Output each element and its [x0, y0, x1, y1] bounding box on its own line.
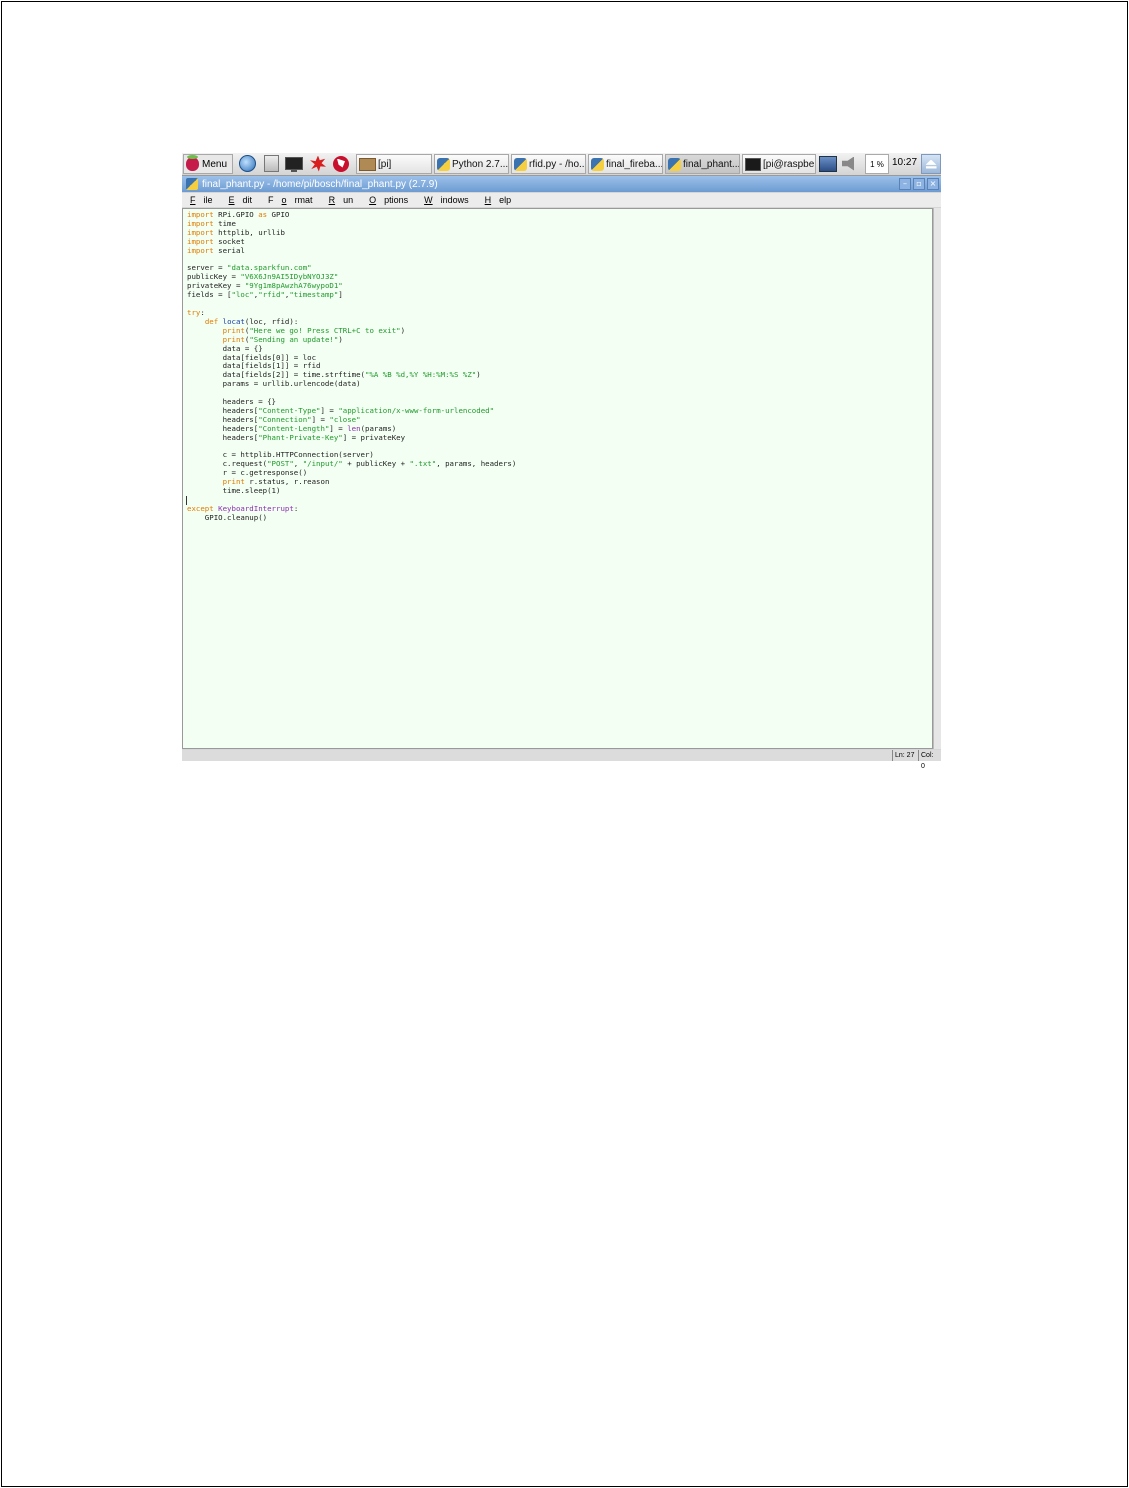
mathematica-icon — [310, 155, 326, 172]
eject-icon[interactable] — [921, 154, 941, 174]
menu-help[interactable]: Help — [477, 193, 520, 207]
task-label: Python 2.7... — [452, 158, 509, 170]
wolfram-icon — [333, 155, 349, 172]
menu-run[interactable]: Run — [321, 193, 362, 207]
file-manager-icon — [263, 155, 279, 172]
task-button[interactable]: [pi@raspbe... — [742, 154, 816, 174]
column-number: Col: 0 — [918, 750, 941, 770]
window-titlebar[interactable]: final_phant.py - /home/pi/bosch/final_ph… — [182, 176, 941, 192]
menu-file[interactable]: File — [182, 193, 221, 207]
python-icon — [514, 157, 527, 171]
folder-icon — [359, 157, 376, 171]
menu-format[interactable]: Fo rmat — [260, 193, 321, 207]
volume-icon — [842, 156, 854, 171]
wolfram-launcher[interactable] — [332, 155, 350, 172]
menu-options[interactable]: Options — [361, 193, 416, 207]
code-text[interactable]: import RPi.GPIO as GPIO import time impo… — [187, 210, 516, 523]
file-manager-launcher[interactable] — [262, 155, 280, 172]
python-icon — [437, 157, 450, 171]
cpu-monitor: 1 % — [865, 154, 889, 174]
python-icon — [668, 157, 681, 171]
line-number: Ln: 27 — [892, 750, 916, 761]
task-label: [pi@raspbe... — [763, 158, 815, 170]
menubar: File Edit Fo rmat Run Options Windows Hel… — [182, 193, 941, 207]
python-icon — [186, 178, 198, 190]
clock[interactable]: 10:27 — [892, 157, 917, 168]
python-icon — [591, 157, 604, 171]
task-label: [pi] — [378, 158, 392, 170]
task-button-active[interactable]: final_phant... — [665, 154, 740, 174]
volume-button[interactable] — [841, 155, 859, 172]
terminal-icon — [745, 157, 761, 171]
text-cursor — [186, 496, 187, 505]
task-button[interactable]: final_fireba... — [588, 154, 663, 174]
status-bar: Ln: 27 Col: 0 — [182, 750, 941, 770]
window-title: final_phant.py - /home/pi/bosch/final_ph… — [202, 178, 438, 190]
terminal-icon — [285, 157, 303, 172]
raspberry-pi-icon — [186, 155, 199, 171]
task-button[interactable]: [pi] — [356, 154, 432, 174]
task-label: final_fireba... — [606, 158, 663, 170]
task-button[interactable]: rfid.py - /ho... — [511, 154, 586, 174]
network-button[interactable] — [819, 155, 837, 172]
menu-button[interactable]: Menu — [183, 154, 233, 174]
math-launcher[interactable] — [309, 155, 327, 172]
close-button[interactable]: × — [927, 178, 939, 190]
menu-label: Menu — [202, 158, 228, 170]
maximize-button[interactable]: ▫ — [913, 178, 925, 190]
globe-icon — [238, 155, 256, 172]
menu-edit[interactable]: Edit — [221, 193, 261, 207]
minimize-button[interactable]: – — [899, 178, 911, 190]
task-label: rfid.py - /ho... — [529, 158, 586, 170]
browser-launcher[interactable] — [238, 155, 256, 172]
vertical-scrollbar[interactable] — [933, 208, 941, 749]
task-label: final_phant... — [683, 158, 740, 170]
network-icon — [819, 155, 837, 172]
desktop-screenshot: Menu [pi] Python 2.7... rfid.py - /ho...… — [182, 153, 941, 770]
menu-windows[interactable]: Windows — [416, 193, 477, 207]
code-editor[interactable]: import RPi.GPIO as GPIO import time impo… — [182, 208, 933, 749]
terminal-launcher[interactable] — [285, 155, 303, 172]
task-button[interactable]: Python 2.7... — [434, 154, 509, 174]
taskbar: Menu [pi] Python 2.7... rfid.py - /ho...… — [182, 153, 941, 176]
